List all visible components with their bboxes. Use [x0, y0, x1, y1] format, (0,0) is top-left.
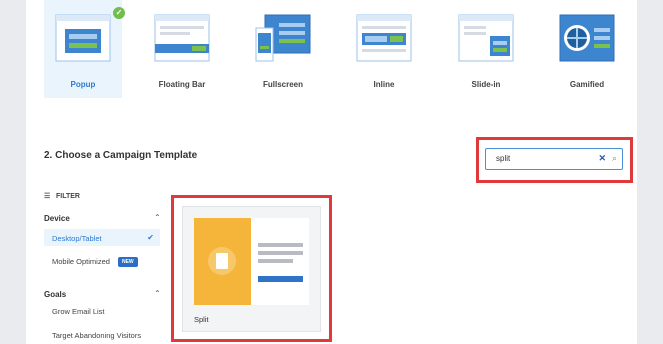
gamified-thumbnail-icon: [559, 14, 615, 62]
slide-in-thumbnail-icon: [458, 14, 514, 62]
campaign-type-label: Slide-in: [471, 80, 501, 89]
selected-check-icon: ✓: [113, 7, 125, 19]
filter-option-label: Mobile Optimized: [52, 257, 110, 266]
campaign-type-label: Inline: [373, 80, 395, 89]
campaign-type-fullscreen[interactable]: Fullscreen: [244, 0, 322, 98]
inline-thumbnail-icon: [356, 14, 412, 62]
fullscreen-thumbnail-icon: [255, 14, 311, 62]
chevron-up-icon[interactable]: ⌃: [154, 213, 161, 222]
filter-option-desktop-tablet[interactable]: Desktop/Tablet ✔: [44, 229, 160, 246]
campaign-type-label: Floating Bar: [158, 80, 206, 89]
floating-bar-thumbnail-icon: [154, 14, 210, 62]
search-highlight-box: [476, 137, 633, 183]
check-icon: ✔: [147, 233, 154, 242]
campaign-type-slide-in[interactable]: Slide-in: [447, 0, 525, 98]
filter-option-target-abandoning-visitors[interactable]: Target Abandoning Visitors: [44, 326, 160, 343]
campaign-type-inline[interactable]: Inline: [345, 0, 423, 98]
filter-icon: ☰: [44, 193, 51, 200]
goals-heading: Goals: [44, 290, 67, 299]
device-heading: Device: [44, 214, 70, 223]
filter-header[interactable]: ☰ FILTER: [44, 192, 80, 200]
campaign-type-label: Gamified: [569, 80, 605, 89]
filter-option-label: Desktop/Tablet: [52, 234, 102, 243]
campaign-type-floating-bar[interactable]: Floating Bar: [143, 0, 221, 98]
filter-option-label: Target Abandoning Visitors: [52, 331, 142, 340]
filter-option-mobile-optimized[interactable]: Mobile Optimized NEW: [44, 252, 160, 269]
template-highlight-box: [171, 195, 332, 342]
campaign-type-popup[interactable]: Popup: [44, 0, 122, 98]
popup-thumbnail-icon: [55, 14, 111, 62]
campaign-type-gamified[interactable]: Gamified: [548, 0, 626, 98]
filter-option-grow-email-list[interactable]: Grow Email List: [44, 302, 160, 319]
chevron-up-icon[interactable]: ⌃: [154, 289, 161, 298]
campaign-type-label: Popup: [70, 80, 96, 89]
section-title: 2. Choose a Campaign Template: [44, 150, 198, 161]
new-badge: NEW: [117, 257, 138, 268]
campaign-type-label: Fullscreen: [262, 80, 303, 89]
filter-option-label: Grow Email List: [52, 307, 105, 316]
filter-label: FILTER: [56, 193, 80, 200]
